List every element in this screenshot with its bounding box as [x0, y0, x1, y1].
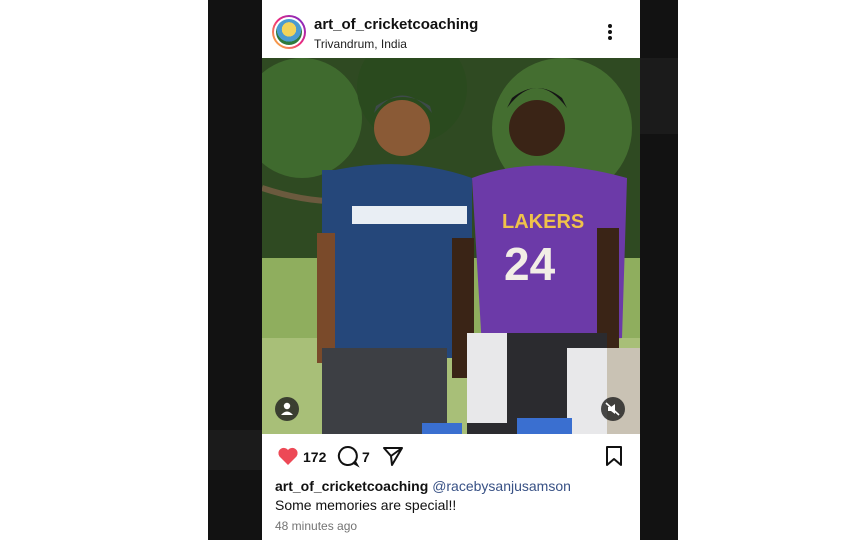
- jersey-text: LAKERS: [502, 211, 584, 233]
- post-timestamp: 48 minutes ago: [275, 519, 358, 533]
- post-username[interactable]: art_of_cricketcoaching: [314, 16, 478, 33]
- background-overlay-right: [640, 0, 678, 540]
- send-icon[interactable]: [381, 444, 405, 468]
- caption-mention[interactable]: @racebysanjusamson: [432, 478, 571, 494]
- photo-scene: LAKERS 24: [262, 58, 640, 434]
- jersey-number: 24: [504, 238, 556, 290]
- caption-text: Some memories are special!!: [275, 497, 457, 513]
- post-photo[interactable]: LAKERS 24: [262, 58, 640, 434]
- background-ghost-panel: [640, 58, 678, 134]
- post-location[interactable]: Trivandrum, India: [314, 37, 407, 51]
- post-header: art_of_cricketcoaching Trivandrum, India: [262, 0, 640, 58]
- comment-icon[interactable]: [336, 444, 360, 468]
- background-overlay-left: [208, 0, 262, 540]
- like-count[interactable]: 172: [303, 449, 326, 465]
- comment-count[interactable]: 7: [362, 449, 370, 465]
- avatar-image: [276, 19, 302, 45]
- instagram-post: art_of_cricketcoaching Trivandrum, India: [262, 0, 640, 540]
- more-options-icon[interactable]: [606, 22, 614, 42]
- tag-people-icon[interactable]: [275, 397, 299, 421]
- post-actions-bar: 172 7: [262, 436, 640, 476]
- caption-username[interactable]: art_of_cricketcoaching: [275, 478, 428, 494]
- avatar[interactable]: [272, 15, 306, 49]
- caption-line: art_of_cricketcoaching @racebysanjusamso…: [275, 478, 571, 494]
- heart-icon[interactable]: [276, 444, 300, 468]
- mute-icon[interactable]: [601, 397, 625, 421]
- bookmark-icon[interactable]: [603, 444, 625, 468]
- background-ghost-panel: [208, 430, 262, 470]
